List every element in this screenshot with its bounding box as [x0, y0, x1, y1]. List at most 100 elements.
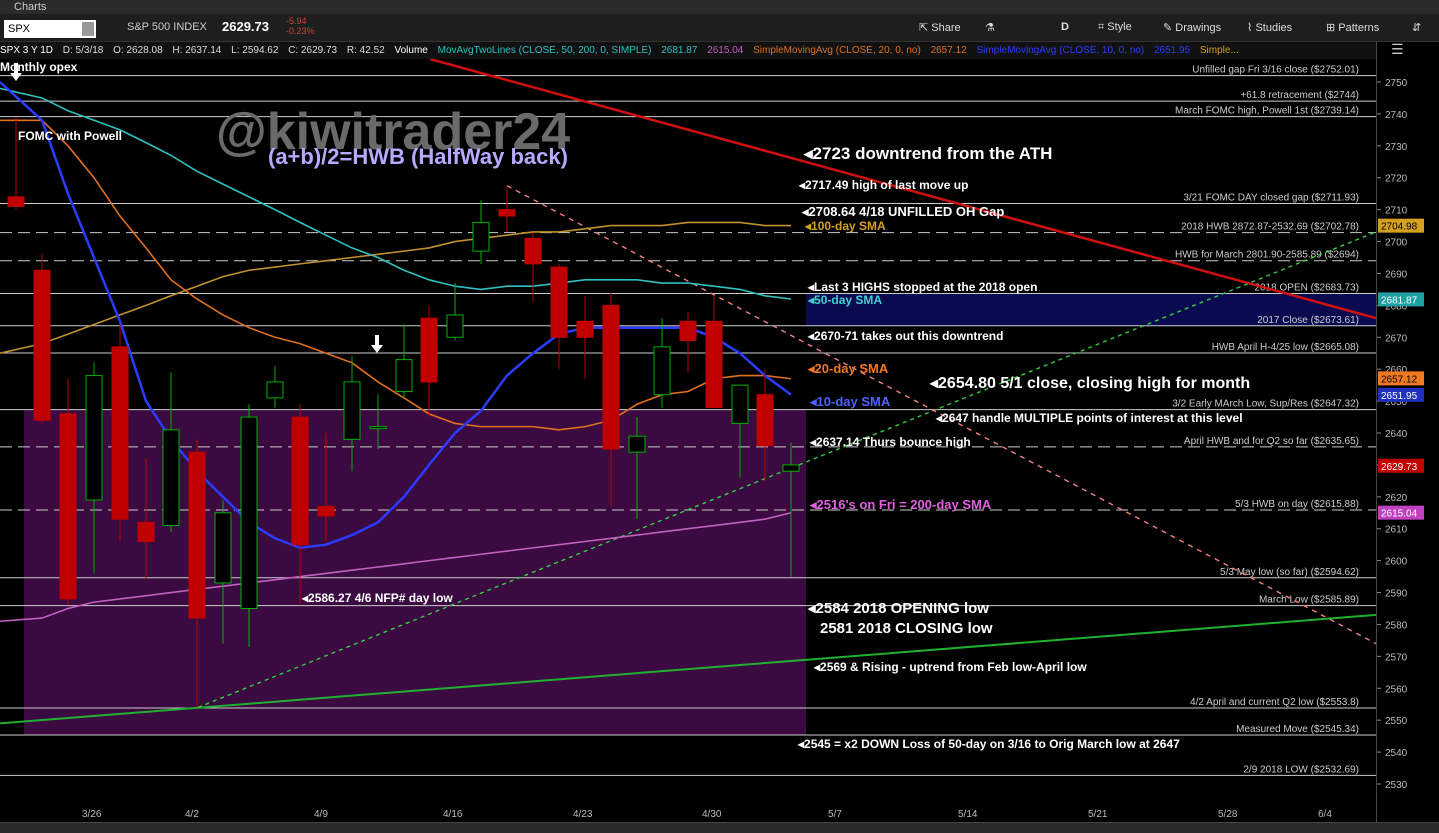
info-study-sma10-val: 2651.95: [1153, 45, 1191, 56]
level-label: March Low ($2585.89): [1259, 595, 1359, 606]
drawings-icon: ✎: [1163, 22, 1176, 34]
axis-tick-label: 2740: [1385, 110, 1408, 121]
chart-annotation: ◂2516's on Fri = 200-day SMA: [809, 497, 992, 512]
candle-body: [85, 375, 103, 501]
share-label: Share: [931, 22, 961, 34]
info-study-mavg-val1: 2681.87: [661, 45, 698, 56]
price-tag-label: 2681.87: [1381, 295, 1418, 306]
chart-annotation: ◂Last 3 HIGHS stopped at the 2018 open: [807, 280, 1037, 294]
info-study-sma10[interactable]: SimpleMovingAvg (CLOSE, 10, 0, no): [977, 45, 1145, 56]
axis-tick-label: 2570: [1385, 652, 1408, 663]
support-zone-rect: [24, 409, 806, 735]
candle-body: [240, 416, 258, 609]
candle-body: [343, 381, 361, 440]
candle-body: [33, 269, 51, 421]
price-chart[interactable]: Unfilled gap Fri 3/16 close ($2752.01) +6…: [0, 59, 1376, 809]
candle-body: [137, 521, 155, 542]
style-icon: ⌗: [1098, 21, 1108, 33]
chart-annotation: ◂2670-71 takes out this downtrend: [807, 329, 1003, 343]
settings-icon[interactable]: ⇵: [1412, 21, 1421, 34]
candle-body: [524, 237, 542, 265]
candle-body: [59, 413, 77, 600]
level-label: 2017 Close ($2673.61): [1257, 315, 1359, 326]
candle-body: [653, 346, 671, 396]
info-close: C: 2629.73: [288, 45, 338, 56]
period-button[interactable]: D: [1061, 21, 1069, 33]
axis-tick-label: 2590: [1385, 589, 1408, 600]
candle-body: [266, 381, 284, 399]
date-tick-label: 4/30: [702, 809, 722, 820]
date-axis[interactable]: 3/26 4/2 4/9 4/16 4/23 4/30 5/7 5/14 5/21 5/28 6/4: [0, 808, 1378, 822]
chart-annotation: FOMC with Powell: [18, 129, 122, 143]
flask-icon[interactable]: ⚗: [985, 21, 995, 34]
price-tag-label: 2629.73: [1381, 462, 1418, 473]
window-title: Charts: [0, 0, 1439, 14]
studies-label: Studies: [1255, 22, 1293, 34]
date-tick-label: 3/26: [82, 809, 102, 820]
date-tick-label: 5/28: [1218, 809, 1238, 820]
level-label: 2/9 2018 LOW ($2532.69): [1243, 764, 1359, 775]
chart-annotation: ◂2584 2018 OPENING low: [807, 600, 989, 617]
date-tick-label: 6/4: [1318, 809, 1332, 820]
drawings-label: Drawings: [1175, 22, 1222, 34]
info-volume[interactable]: Volume: [395, 45, 428, 56]
date-tick-label: 5/14: [958, 809, 978, 820]
chart-annotation: ◂2723 downtrend from the ATH: [803, 144, 1052, 163]
candle-body: [628, 435, 646, 453]
symbol-dropdown-icon[interactable]: [82, 22, 94, 36]
last-price: 2629.73: [222, 19, 269, 34]
axis-tick-label: 2750: [1385, 78, 1408, 89]
level-label: March FOMC high, Powell 1st ($2739.14): [1175, 106, 1359, 117]
patterns-label: Patterns: [1338, 22, 1380, 34]
axis-tick-label: 2600: [1385, 557, 1408, 568]
candle-body: [188, 451, 206, 619]
sma100-line: [0, 221, 791, 355]
style-button[interactable]: ⌗ Style: [1098, 21, 1132, 34]
candle-body: [731, 384, 749, 424]
level-label: HWB April H-4/25 low ($2665.08): [1212, 342, 1359, 353]
candle-body: [214, 512, 232, 584]
candle-body: [111, 346, 129, 520]
symbol-input[interactable]: SPX: [4, 20, 96, 38]
axis-tick-label: 2580: [1385, 620, 1408, 631]
chart-annotation: ◂2637.14 Thurs bounce high: [809, 435, 971, 449]
level-label: 5/3 HWB on day ($2615.88): [1235, 499, 1359, 510]
axis-tick-label: 2540: [1385, 748, 1408, 759]
share-icon: ⇱: [919, 22, 932, 34]
collapse-icon: ☰: [1391, 42, 1404, 58]
drawings-button[interactable]: ✎ Drawings: [1163, 21, 1221, 34]
axis-tick-label: 2640: [1385, 429, 1408, 440]
info-high: H: 2637.14: [172, 45, 222, 56]
axis-tick-label: 2560: [1385, 684, 1408, 695]
info-study-mavg[interactable]: MovAvgTwoLines (CLOSE, 50, 200, 0, SIMPL…: [438, 45, 652, 56]
info-study-sma20[interactable]: SimpleMovingAvg (CLOSE, 20, 0, no): [753, 45, 921, 56]
info-open: O: 2628.08: [113, 45, 163, 56]
chart-annotation: 2581 2018 CLOSING low: [820, 620, 993, 637]
share-button[interactable]: ⇱ Share: [919, 21, 961, 34]
level-label: 3/21 FOMC DAY closed gap ($2711.93): [1183, 192, 1359, 203]
chart-annotation: ◂2647 handle MULTIPLE points of interest…: [935, 411, 1243, 425]
level-label: April HWB and for Q2 so far ($2635.65): [1184, 436, 1359, 447]
axis-tick-label: 2710: [1385, 206, 1408, 217]
candle-body: [756, 394, 774, 447]
info-study-more[interactable]: Simple...: [1200, 45, 1239, 56]
date-tick-label: 5/7: [828, 809, 842, 820]
price-tag-label: 2704.98: [1381, 222, 1418, 233]
candle-body: [679, 320, 697, 341]
price-axis[interactable]: 2530 2540 2550 2560 2570 2580 2590 2600 2610 2620…: [1376, 42, 1439, 822]
candle-body: [705, 320, 723, 408]
symbol-value: SPX: [8, 23, 31, 35]
axis-tick-label: 2530: [1385, 780, 1408, 791]
date-tick-label: 4/2: [185, 809, 199, 820]
studies-button[interactable]: ⌇ Studies: [1247, 21, 1292, 34]
watermark-formula: (a+b)/2=HWB (HalfWay back): [268, 144, 568, 169]
chart-annotation: ◂2708.64 4/18 UNFILLED OH Gap: [801, 204, 1004, 219]
chart-toolbar: SPX S&P 500 INDEX 2629.73 -5.94 -0.23% ⇱…: [0, 14, 1439, 42]
info-symbol: SPX 3 Y 1D: [0, 45, 53, 56]
candle-body: [317, 505, 335, 517]
axis-tick-label: 2700: [1385, 238, 1408, 249]
candle-body: [550, 266, 568, 338]
info-study-mavg-val2: 2615.04: [707, 45, 744, 56]
style-label: Style: [1107, 21, 1132, 33]
patterns-button[interactable]: ⊞ Patterns: [1326, 21, 1379, 34]
